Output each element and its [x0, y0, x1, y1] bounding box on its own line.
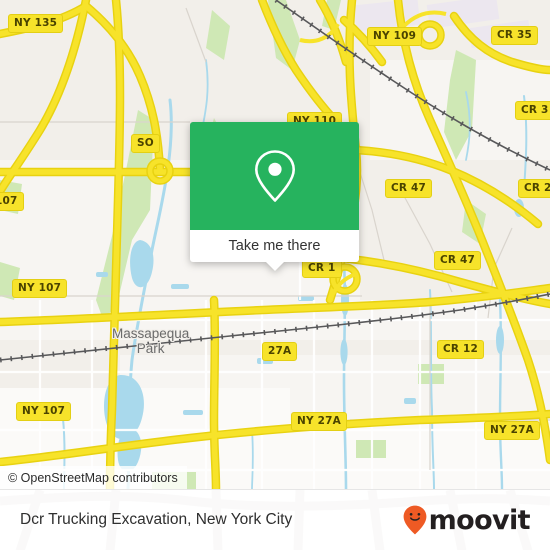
moovit-wordmark: moovit: [428, 504, 531, 536]
road-shield-cr-47-north[interactable]: CR 47: [385, 179, 433, 198]
road-shield-ny-107-west[interactable]: 107: [0, 192, 24, 211]
road-shield-cr-2[interactable]: CR 2: [518, 179, 550, 198]
road-shield-27a[interactable]: 27A: [262, 342, 298, 361]
place-label-massapequa-park: Massapequa Park: [112, 326, 190, 356]
road-shield-ny-27a-west[interactable]: NY 27A: [291, 412, 347, 431]
map-screenshot: NY 135 NY 109 CR 35 CR 3 NY 110 SO CR 47…: [0, 0, 550, 550]
road-shield-ny-107-south[interactable]: NY 107: [12, 279, 68, 298]
map-pin-icon: [254, 150, 295, 202]
road-shield-cr-12[interactable]: CR 12: [437, 340, 485, 359]
road-shield-cr-47-south[interactable]: CR 47: [434, 251, 482, 270]
road-shield-ny-109[interactable]: NY 109: [367, 27, 423, 46]
road-shield-so[interactable]: SO: [131, 134, 160, 153]
map-attribution[interactable]: © OpenStreetMap contributors: [0, 466, 187, 489]
take-me-there-button[interactable]: Take me there: [229, 238, 321, 254]
popup-tail-pointer: [265, 262, 284, 271]
road-shield-ny-27a-east[interactable]: NY 27A: [484, 421, 540, 440]
popup-header: [190, 122, 359, 230]
moovit-logo[interactable]: moovit: [403, 504, 531, 536]
location-popup-card[interactable]: Take me there: [190, 122, 359, 271]
attribution-text: © OpenStreetMap contributors: [8, 470, 178, 485]
location-title: Dcr Trucking Excavation, New York City: [20, 511, 293, 528]
popup-footer[interactable]: Take me there: [190, 230, 359, 271]
footer-bar: Dcr Trucking Excavation, New York City m…: [0, 489, 550, 550]
road-shield-cr-35[interactable]: CR 35: [491, 26, 539, 45]
road-shield-ny-107-bottom[interactable]: NY 107: [16, 402, 72, 421]
road-shield-ny-135[interactable]: NY 135: [8, 14, 64, 33]
moovit-smiley-pin-icon: [403, 505, 426, 535]
road-shield-cr-3[interactable]: CR 3: [515, 101, 550, 120]
map-canvas[interactable]: NY 135 NY 109 CR 35 CR 3 NY 110 SO CR 47…: [0, 0, 550, 489]
